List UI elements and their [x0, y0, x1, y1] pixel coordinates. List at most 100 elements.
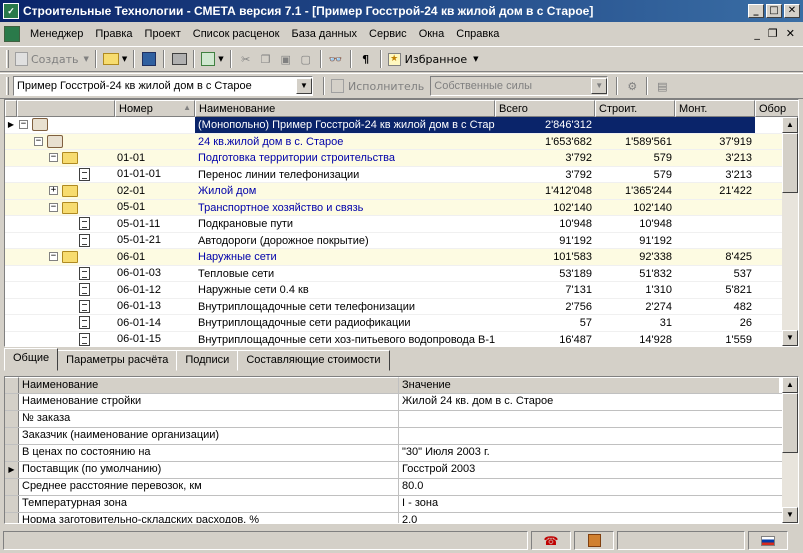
property-row[interactable]: № заказа [5, 411, 798, 428]
tree-cell[interactable] [17, 282, 115, 298]
dropdown-arrow-icon[interactable]: ▼ [473, 55, 478, 63]
header-build[interactable]: Строит. [595, 100, 675, 117]
property-value[interactable] [399, 428, 779, 444]
tree-cell[interactable] [17, 266, 115, 282]
dropdown-arrow-icon[interactable]: ▼ [122, 55, 127, 63]
header-number[interactable]: Номер ▲ [115, 100, 195, 117]
property-row[interactable]: В ценах по состоянию на "30" Июля 2003 г. [5, 445, 798, 462]
executor-button[interactable]: Исполнитель [329, 76, 426, 96]
tree-cell[interactable]: − [17, 150, 115, 166]
phone-icon[interactable]: ☎ [544, 534, 559, 548]
menu-edit[interactable]: Правка [89, 26, 138, 42]
tree-cell[interactable] [17, 167, 115, 183]
scroll-down-button[interactable]: ▼ [782, 507, 798, 523]
header-prop-value[interactable]: Значение [399, 377, 779, 393]
tree-cell[interactable]: − [17, 117, 115, 133]
property-value[interactable]: I - зона [399, 496, 779, 512]
header-mont[interactable]: Монт. [675, 100, 755, 117]
mdi-restore-button[interactable]: ❐ [768, 27, 778, 40]
table-row[interactable]: − 05-01 Транспортное хозяйство и связь 102'… [5, 199, 785, 216]
property-row[interactable]: Заказчик (наименование организации) [5, 428, 798, 445]
open-button[interactable]: ▼ [101, 49, 129, 69]
menu-manager[interactable]: Менеджер [24, 26, 89, 42]
table-row[interactable]: − 06-01 Наружные сети 101'583 92'338 8'425 [5, 249, 785, 266]
property-row[interactable]: Наименование стройки Жилой 24 кв. дом в с… [5, 394, 798, 411]
scroll-thumb[interactable] [782, 393, 798, 453]
create-button[interactable]: Создать ▼ [13, 49, 91, 69]
close-button[interactable]: ✕ [784, 4, 800, 18]
header-obor[interactable]: Обор [755, 100, 798, 117]
clear-button[interactable]: ▢ [296, 49, 316, 69]
print-button[interactable] [169, 49, 189, 69]
header-name[interactable]: Наименование [195, 100, 495, 117]
property-value[interactable]: Госстрой 2003 [399, 462, 779, 478]
dropdown-arrow-icon[interactable]: ▼ [84, 55, 89, 63]
table-row[interactable]: 06-01-13 Внутриплощадочные сети телефониз… [5, 299, 785, 315]
export-button[interactable]: ▼ [199, 49, 225, 69]
executor-select[interactable]: Собственные силы ▼ [430, 76, 609, 96]
scroll-down-button[interactable]: ▼ [782, 330, 798, 346]
scroll-up-button[interactable]: ▲ [782, 117, 798, 133]
property-value[interactable]: "30" Июля 2003 г. [399, 445, 779, 461]
collapse-icon[interactable]: − [34, 136, 43, 146]
property-value[interactable]: Жилой 24 кв. дом в с. Старое [399, 394, 779, 410]
document-icon[interactable] [4, 25, 20, 42]
grid-scrollbar[interactable]: ▲ ▼ [782, 117, 798, 346]
table-row[interactable]: 06-01-14 Внутриплощадочные сети радиофика… [5, 315, 785, 332]
table-row[interactable]: − 24 кв.жилой дом в с. Старое 1'653'682 1'5… [5, 133, 785, 150]
tree-cell[interactable] [17, 233, 115, 249]
table-row[interactable]: ▶ − (Монопольно) Пример Госстрой-24 кв жил… [5, 117, 785, 134]
property-row[interactable]: Температурная зона I - зона [5, 496, 798, 513]
title-bar[interactable]: ✓ Строительные Технологии - СМЕТА версия… [0, 0, 803, 22]
table-row[interactable]: − 01-01 Подготовка территории строительств… [5, 150, 785, 167]
tree-cell[interactable]: − [17, 134, 115, 150]
flag-icon[interactable] [761, 535, 775, 546]
property-value[interactable]: 80.0 [399, 479, 779, 495]
mdi-close-button[interactable]: ✕ [786, 27, 795, 40]
menu-help[interactable]: Справка [450, 26, 505, 42]
find-button[interactable]: 👓 [326, 49, 346, 69]
tree-cell[interactable] [17, 332, 115, 347]
header-total[interactable]: Всего [495, 100, 595, 117]
menu-rates-list[interactable]: Список расценок [187, 26, 286, 42]
project-select[interactable]: Пример Госстрой-24 кв жилой дом в с Стар… [13, 76, 313, 96]
collapse-icon[interactable]: − [49, 202, 58, 212]
properties-grid[interactable]: Наименование Значение Наименование строй… [4, 376, 799, 524]
tree-cell[interactable] [17, 216, 115, 232]
tree-cell[interactable] [17, 315, 115, 331]
table-row[interactable]: 06-01-15 Внутриплощадочные сети хоз-питье… [5, 332, 785, 347]
chevron-down-icon[interactable]: ▼ [591, 78, 608, 94]
table-row[interactable]: 06-01-12 Наружные сети 0.4 кв 7'131 1'310 5'… [5, 282, 785, 299]
menu-service[interactable]: Сервис [363, 26, 413, 42]
minimize-button[interactable]: _ [748, 4, 764, 18]
table-row[interactable]: 05-01-11 Подкрановые пути 10'948 10'948 [5, 216, 785, 233]
tab-cost-components[interactable]: Составляющие стоимости [237, 350, 390, 371]
menu-project[interactable]: Проект [139, 26, 187, 42]
property-row[interactable]: Среднее расстояние перевозок, км 80.0 [5, 479, 798, 496]
settings-button[interactable]: ⚙ [622, 76, 642, 96]
save-button[interactable] [139, 49, 159, 69]
info-button[interactable]: ▤ [652, 76, 672, 96]
properties-scrollbar[interactable]: ▲ ▼ [782, 377, 798, 523]
menu-windows[interactable]: Окна [413, 26, 451, 42]
paragraph-button[interactable]: ¶ [356, 49, 376, 69]
header-prop-name[interactable]: Наименование [19, 377, 399, 393]
estimate-tree-grid[interactable]: Номер ▲ Наименование Всего Строит. Монт.… [4, 99, 799, 347]
property-value[interactable]: 2.0 [399, 513, 779, 523]
scroll-up-button[interactable]: ▲ [782, 377, 798, 393]
table-row[interactable]: 05-01-21 Автодороги (дорожное покрытие) 91… [5, 233, 785, 249]
chevron-down-icon[interactable]: ▼ [296, 78, 312, 94]
tree-cell[interactable] [17, 299, 115, 315]
copy-button[interactable]: ❐ [256, 49, 276, 69]
property-value[interactable] [399, 411, 779, 427]
dropdown-arrow-icon[interactable]: ▼ [218, 55, 223, 63]
tab-calc-params[interactable]: Параметры расчёта [57, 350, 178, 371]
toolbar-grip[interactable] [6, 50, 9, 68]
collapse-icon[interactable]: − [19, 120, 28, 129]
table-row[interactable]: +02-01 Жилой дом 1'412'048 1'365'244 21'422 [5, 183, 785, 200]
property-row[interactable]: Норма заготовительно-складских расходов,… [5, 513, 798, 523]
cut-button[interactable]: ✂ [236, 49, 256, 69]
tab-signatures[interactable]: Подписи [176, 350, 239, 371]
collapse-icon[interactable]: − [49, 252, 58, 261]
table-row[interactable]: 01-01-01 Перенос линии телефонизации 3'792… [5, 167, 785, 183]
